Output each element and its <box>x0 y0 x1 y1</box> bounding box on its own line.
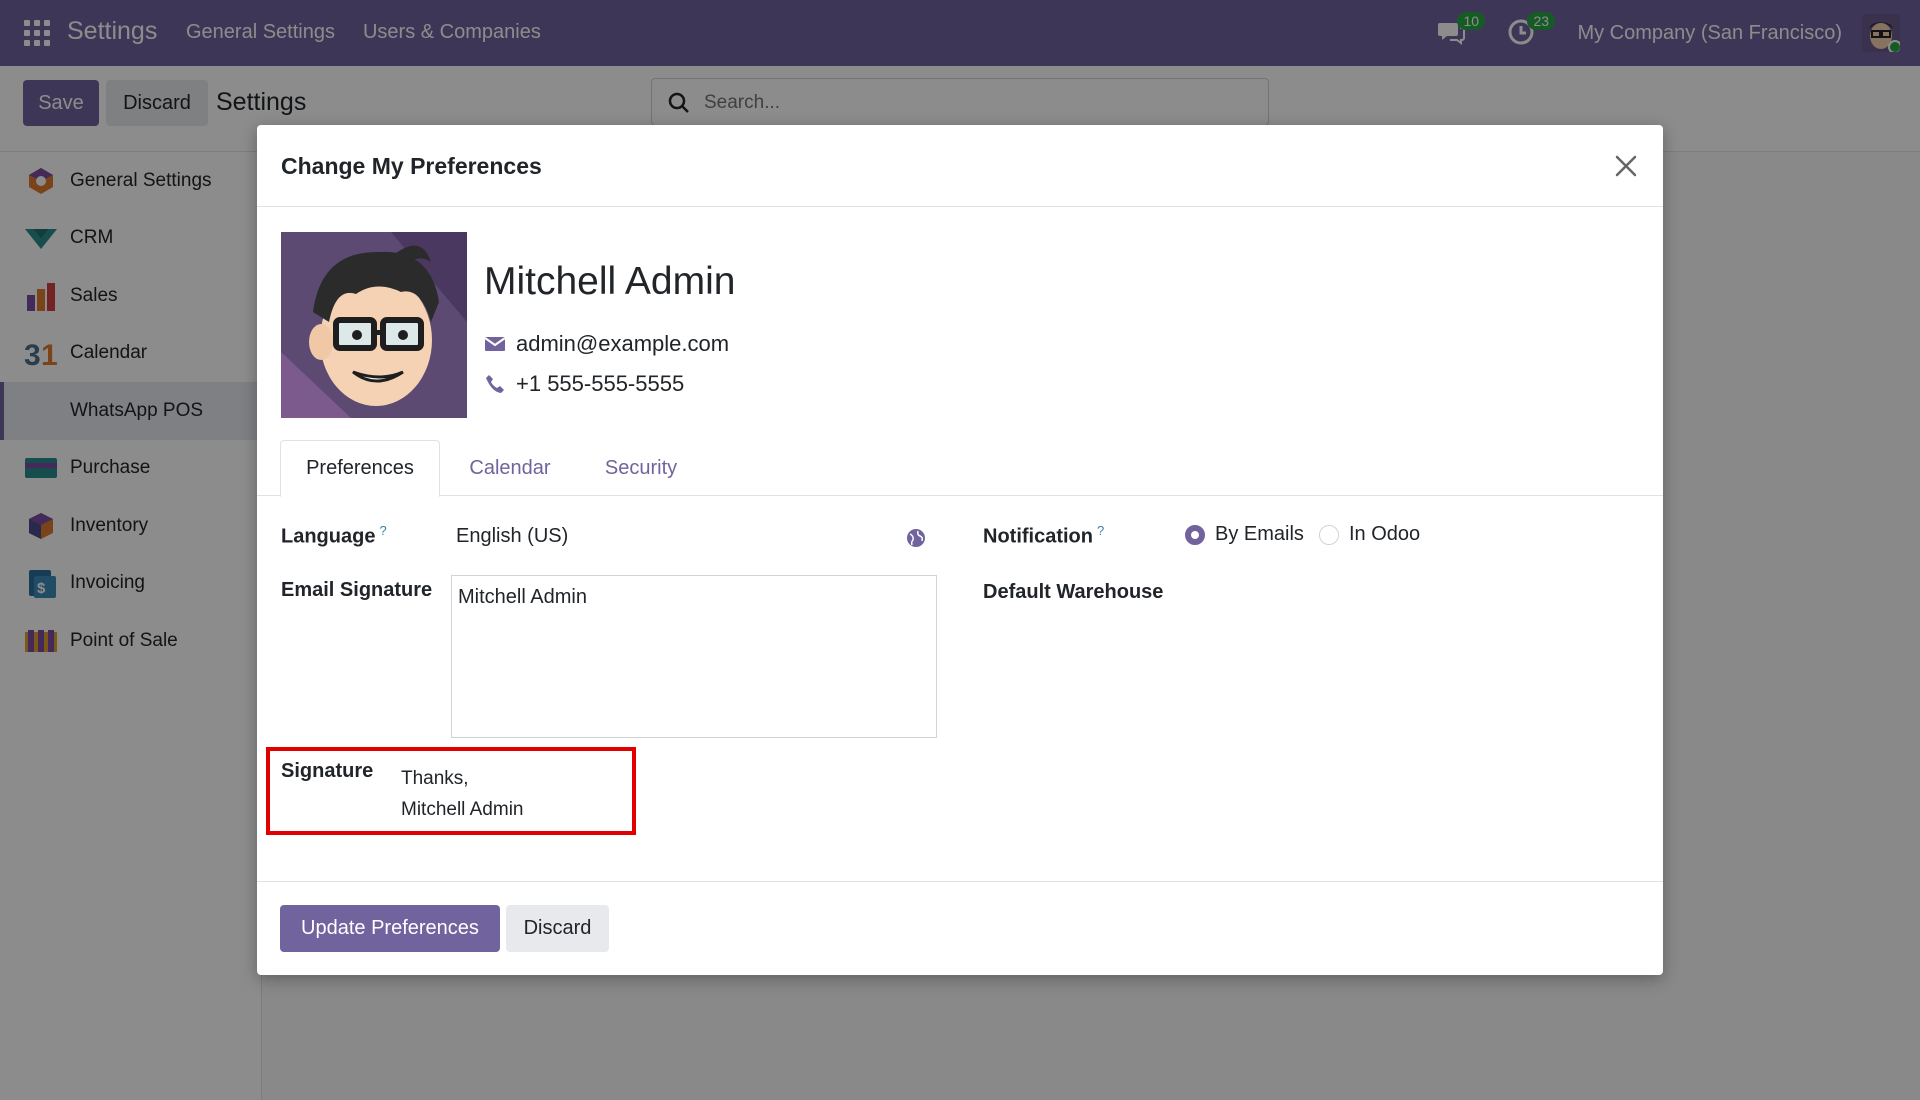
phone-icon <box>486 375 504 393</box>
user-email[interactable]: admin@example.com <box>516 331 729 357</box>
email-signature-input[interactable] <box>451 575 937 738</box>
envelope-icon <box>484 337 506 351</box>
preferences-tabs: Preferences Calendar Security <box>257 440 1663 497</box>
modal-footer: Update Preferences Discard <box>257 881 1663 975</box>
modal-header: Change My Preferences <box>257 125 1663 207</box>
language-label-text: Language <box>281 525 376 548</box>
tab-preferences[interactable]: Preferences <box>280 440 440 497</box>
user-email-row: admin@example.com <box>484 331 729 357</box>
notification-label: Notification? <box>983 523 1104 549</box>
signature-line-2: Mitchell Admin <box>401 799 524 820</box>
dialog-discard-button[interactable]: Discard <box>506 905 609 952</box>
user-profile-image[interactable] <box>281 232 467 418</box>
radio-checked-icon <box>1185 524 1205 545</box>
close-icon <box>1615 155 1637 177</box>
radio-in-odoo[interactable]: In Odoo <box>1319 523 1420 546</box>
language-label: Language? <box>281 523 387 549</box>
radio-by-emails-label: By Emails <box>1215 523 1304 545</box>
user-phone[interactable]: +1 555-555-5555 <box>516 371 684 397</box>
preferences-dialog: Change My Preferences Mitchell Admin adm… <box>257 125 1663 975</box>
default-warehouse-label: Default Warehouse <box>983 581 1164 603</box>
close-button[interactable] <box>1609 149 1643 183</box>
radio-by-emails[interactable]: By Emails <box>1185 523 1304 546</box>
avatar-illustration-icon <box>281 232 467 418</box>
signature-line-1: Thanks, <box>401 768 469 789</box>
tab-calendar[interactable]: Calendar <box>447 440 573 496</box>
update-preferences-button[interactable]: Update Preferences <box>280 905 500 952</box>
notification-label-text: Notification <box>983 525 1093 548</box>
tab-security[interactable]: Security <box>574 440 708 496</box>
signature-field[interactable]: Thanks, Mitchell Admin <box>401 763 524 825</box>
language-help-icon[interactable]: ? <box>379 523 386 538</box>
signature-label: Signature <box>281 760 374 782</box>
email-signature-label: Email Signature <box>281 579 433 601</box>
user-name: Mitchell Admin <box>484 260 736 303</box>
modal-title: Change My Preferences <box>281 153 542 179</box>
radio-unchecked-icon <box>1319 524 1339 545</box>
language-select[interactable]: English (US) <box>456 525 568 548</box>
globe-icon[interactable] <box>906 528 926 548</box>
user-phone-row: +1 555-555-5555 <box>484 371 684 397</box>
notification-help-icon[interactable]: ? <box>1097 523 1104 538</box>
radio-in-odoo-label: In Odoo <box>1349 523 1421 545</box>
